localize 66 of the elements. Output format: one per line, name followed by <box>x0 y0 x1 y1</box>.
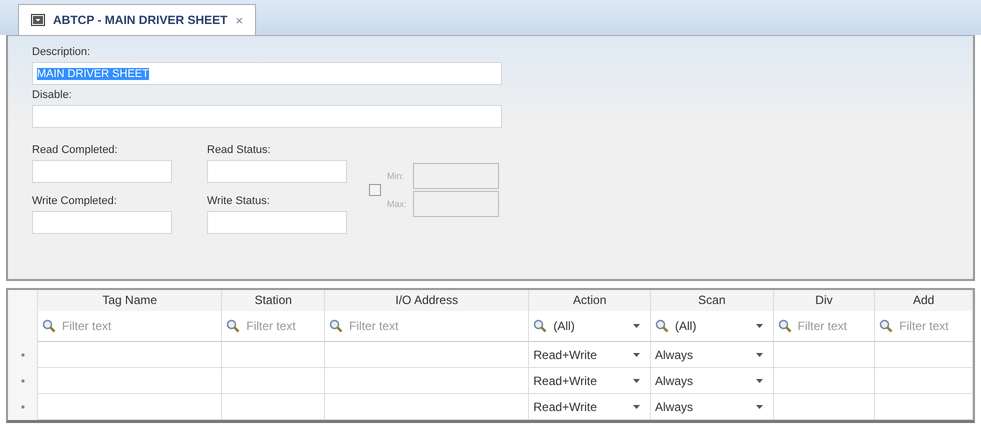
search-icon <box>226 319 240 333</box>
input-field[interactable] <box>207 160 347 183</box>
dropdown-arrow-icon[interactable] <box>633 352 640 356</box>
column-header[interactable]: Add <box>875 290 973 311</box>
table-cell[interactable] <box>774 342 876 368</box>
search-icon <box>329 319 344 333</box>
field-label: Disable: <box>32 89 73 103</box>
dropdown-arrow-icon[interactable] <box>756 352 763 356</box>
table-cell[interactable] <box>222 368 326 394</box>
dropdown-arrow-icon[interactable] <box>633 404 640 408</box>
table-cell[interactable] <box>774 394 876 420</box>
input-field[interactable] <box>207 211 347 234</box>
table-cell[interactable] <box>325 342 530 368</box>
dropdown-arrow-icon[interactable] <box>756 378 763 382</box>
new-row-icon <box>20 405 24 409</box>
dropdown-cell[interactable]: Always <box>651 342 774 368</box>
dropdown-arrow-icon[interactable] <box>756 324 763 328</box>
field-label: Read Completed: <box>32 144 119 158</box>
filter-dropdown[interactable]: (All) <box>675 319 750 333</box>
field-label: Write Completed: <box>32 195 118 209</box>
table-cell[interactable] <box>875 342 973 368</box>
table-cell[interactable] <box>875 368 973 394</box>
input-field[interactable] <box>32 105 502 128</box>
column-header[interactable]: Action <box>529 290 652 311</box>
search-icon <box>42 319 56 333</box>
table-cell[interactable] <box>222 394 326 420</box>
table-cell[interactable] <box>38 368 222 394</box>
dropdown-arrow-icon[interactable] <box>633 324 640 328</box>
new-row-icon <box>20 379 24 383</box>
dropdown-cell[interactable]: Read+Write <box>529 368 651 394</box>
search-icon <box>778 319 792 333</box>
dropdown-arrow-icon[interactable] <box>633 378 640 382</box>
column-header[interactable]: Tag Name <box>38 290 222 311</box>
field-label: Read Status: <box>207 144 272 158</box>
field-label: Max: <box>387 199 408 209</box>
table-cell[interactable] <box>325 368 530 394</box>
table-cell[interactable] <box>222 342 326 368</box>
filter-dropdown[interactable]: (All) <box>553 319 627 333</box>
dropdown-cell[interactable]: Always <box>651 368 774 394</box>
table-cell[interactable] <box>774 368 876 394</box>
field-label: Min: <box>387 171 406 181</box>
search-icon <box>879 319 894 333</box>
input-field[interactable] <box>32 211 172 234</box>
dropdown-cell[interactable]: Always <box>651 394 774 420</box>
search-icon <box>533 319 548 333</box>
document-tab[interactable]: ABTCP - MAIN DRIVER SHEET × <box>18 4 256 35</box>
field-label: Write Status: <box>207 195 271 209</box>
table-cell[interactable] <box>875 394 973 420</box>
column-header[interactable]: Div <box>774 290 876 311</box>
table-cell[interactable] <box>38 342 222 368</box>
field-label: Description: <box>32 46 92 60</box>
dropdown-cell[interactable]: Read+Write <box>529 342 651 368</box>
new-row-icon <box>20 353 24 357</box>
window-menu-icon[interactable] <box>31 14 45 26</box>
dropdown-cell[interactable]: Read+Write <box>529 394 651 420</box>
column-header[interactable]: I/O Address <box>325 290 530 311</box>
column-header[interactable]: Scan <box>651 290 774 311</box>
table-cell[interactable] <box>38 394 222 420</box>
table-cell[interactable] <box>325 394 530 420</box>
column-header[interactable]: Station <box>222 290 326 311</box>
input-field[interactable] <box>32 160 172 183</box>
close-tab-button[interactable]: × <box>235 12 244 28</box>
field-value: MAIN DRIVER SHEET <box>37 68 149 80</box>
search-icon <box>655 319 669 333</box>
tab-title: ABTCP - MAIN DRIVER SHEET <box>53 13 228 27</box>
dropdown-arrow-icon[interactable] <box>756 404 763 408</box>
